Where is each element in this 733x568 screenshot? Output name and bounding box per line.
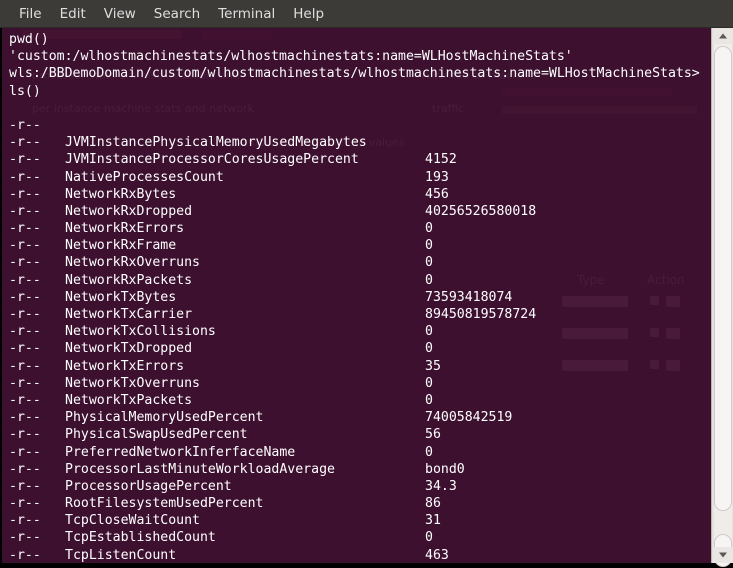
scroll-down-button[interactable]	[713, 547, 733, 563]
terminal-line-pwd-command: pwd()	[9, 32, 49, 47]
terminal-window: File Edit View Search Terminal Help proc…	[0, 0, 733, 568]
table-row: -r-- NetworkTxOverruns 0	[9, 340, 707, 408]
scrollbar-thumb[interactable]	[714, 46, 732, 511]
menu-help[interactable]: Help	[284, 1, 333, 27]
table-row: -r-- NetworkTxCollisions 0	[9, 289, 707, 356]
table-row: -r-- NetworkTxPackets 74005842519	[9, 358, 707, 425]
terminal-body[interactable]: processor stats are also available and r…	[0, 28, 733, 568]
table-row: -r-- NetworkRxBytes 40256526580018	[9, 151, 707, 219]
row-permissions: -r--	[9, 547, 41, 563]
table-row: -r-- NetworkRxPackets 73593418074	[9, 237, 707, 304]
menu-terminal[interactable]: Terminal	[209, 1, 284, 27]
terminal-line-pwd-output: 'custom:/wlhostmachinestats/wlhostmachin…	[9, 49, 573, 65]
row-value: 45	[425, 564, 441, 568]
table-row: -r-- NetworkTxCarrier 0	[9, 272, 707, 339]
scroll-down-arrow-icon	[719, 552, 727, 558]
table-row: -r-- PhysicalMemoryUsedPercent 56	[9, 375, 707, 442]
table-row: -r-- NetworkTxDropped 35	[9, 306, 707, 373]
row-value: 463	[425, 547, 449, 563]
table-row: -r-- NetworkRxDropped 0	[9, 169, 707, 236]
table-row: -r-- PreferredNetworkInferfaceName bond0	[9, 409, 707, 476]
table-row: -r-- NetworkRxOverruns 0	[9, 220, 707, 287]
table-row: -r-- TcpCloseWaitCount 0	[9, 478, 707, 545]
terminal-line-prompt: wls:/BBDemoDomain/custom/wlhostmachinest…	[9, 66, 700, 82]
scroll-up-arrow-icon	[719, 33, 727, 39]
menu-bar: File Edit View Search Terminal Help	[0, 0, 733, 28]
menu-search[interactable]: Search	[145, 1, 209, 27]
table-row: -r-- TcpListenCount 45	[9, 512, 707, 562]
row-attribute-name: TcpListenCount	[65, 547, 177, 563]
menu-file[interactable]: File	[10, 1, 51, 27]
terminal-screen[interactable]: pwd() 'custom:/wlhostmachinestats/wlhost…	[2, 28, 707, 563]
table-row: -r-- JVMInstancePhysicalMemoryUsedMegaby…	[9, 100, 707, 167]
table-row: -r-- NativeProcessesCount 456	[9, 134, 707, 201]
table-row: -r-- NetworkRxFrame 0	[9, 203, 707, 270]
table-row: -r-- TcpTimeWaitCount 0	[9, 529, 707, 563]
table-row: -r-- ProcessorUsagePercent 86	[9, 444, 707, 511]
scroll-up-button[interactable]	[713, 28, 733, 44]
menu-view[interactable]: View	[95, 1, 145, 27]
table-row: -r-- TcpEstablishedCount 463	[9, 495, 707, 562]
vertical-scrollbar[interactable]	[711, 28, 733, 567]
table-row: -r-- NetworkRxErrors 0	[9, 186, 707, 253]
table-row: -r-- NetworkTxErrors 0	[9, 323, 707, 390]
table-row: -r-- PhysicalSwapUsedPercent 0	[9, 392, 707, 459]
table-row: -r-- RootFilesystemUsedPercent 31	[9, 461, 707, 528]
table-row: -r-- JVMInstanceProcessorCoresUsagePerce…	[9, 117, 707, 184]
row-attribute-name: TcpTimeWaitCount	[65, 564, 192, 568]
table-row: -r-- ProcessorLastMinuteWorkloadAverage …	[9, 426, 707, 494]
table-row: -r-- NetworkTxBytes 89450819578724	[9, 254, 707, 322]
menu-edit[interactable]: Edit	[51, 1, 95, 27]
terminal-line-ls-command: ls()	[9, 83, 41, 99]
